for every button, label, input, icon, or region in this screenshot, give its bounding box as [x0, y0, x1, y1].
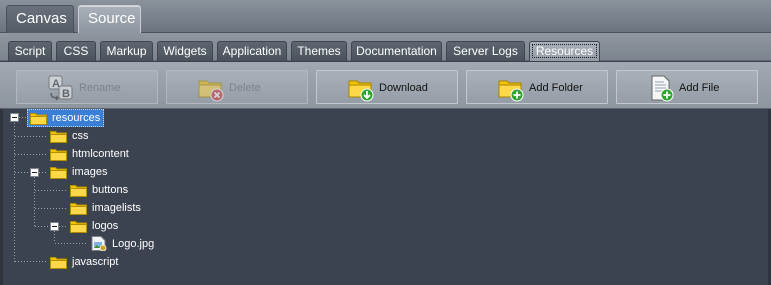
tree-node-label: buttons	[92, 184, 129, 196]
tree-node-label: images	[72, 166, 108, 178]
download-folder-icon	[348, 80, 374, 102]
tab-themes[interactable]: Themes	[291, 41, 347, 61]
image-file-icon	[91, 236, 107, 251]
tab-script[interactable]: Script	[8, 41, 52, 61]
tree-node-label: htmlcontent	[72, 148, 129, 160]
folder-icon	[50, 167, 67, 179]
svg-text:B: B	[62, 88, 70, 100]
rename-icon: A B	[48, 75, 73, 101]
resources-toolbar: A B Rename Delete Download Add Folder Ad…	[0, 62, 771, 109]
tab-markup[interactable]: Markup	[100, 41, 153, 61]
tab-application[interactable]: Application	[217, 41, 287, 61]
add-file-label: Add File	[679, 82, 720, 94]
folder-icon	[70, 203, 87, 215]
tree-node-label: javascript	[72, 256, 119, 268]
rename-label: Rename	[79, 82, 121, 94]
panel-left-border	[0, 109, 3, 285]
add-folder-icon	[498, 80, 524, 102]
tree-node-label: Logo.jpg	[112, 238, 155, 250]
tab-canvas[interactable]: Canvas	[6, 5, 74, 33]
tree-node-label: imagelists	[92, 202, 141, 214]
delete-label: Delete	[229, 82, 261, 94]
delete-folder-icon	[198, 80, 224, 102]
collapse-toggle-images[interactable]	[30, 168, 39, 177]
tree-node-label: logos	[92, 220, 119, 232]
tab-css[interactable]: CSS	[56, 41, 96, 61]
delete-button[interactable]: Delete	[166, 70, 308, 104]
collapse-toggle-logos[interactable]	[50, 222, 59, 231]
tab-server-logs[interactable]: Server Logs	[446, 41, 525, 61]
tab-source[interactable]: Source	[78, 5, 141, 33]
collapse-toggle-resources[interactable]	[10, 113, 19, 122]
add-file-icon	[651, 75, 674, 102]
tree-node-label: resources	[52, 112, 101, 124]
tab-widgets[interactable]: Widgets	[157, 41, 213, 61]
add-file-button[interactable]: Add File	[616, 70, 758, 104]
folder-icon	[50, 257, 67, 269]
rename-button[interactable]: A B Rename	[16, 70, 158, 104]
folder-icon	[50, 149, 67, 161]
folder-icon	[50, 131, 67, 143]
folder-icon	[30, 113, 47, 125]
source-tab-bar: Script CSS Markup Widgets Application Th…	[0, 33, 771, 61]
tree-node-label: css	[72, 130, 89, 142]
download-button[interactable]: Download	[316, 70, 458, 104]
folder-icon	[70, 221, 87, 233]
tab-resources[interactable]: Resources	[529, 41, 600, 61]
resource-tree: resources css htmlcontent images buttons	[0, 109, 771, 285]
tab-documentation[interactable]: Documentation	[351, 41, 442, 61]
download-label: Download	[379, 82, 428, 94]
folder-icon	[70, 185, 87, 197]
add-folder-button[interactable]: Add Folder	[466, 70, 608, 104]
main-tab-bar: Canvas Source	[0, 0, 771, 33]
add-folder-label: Add Folder	[529, 82, 583, 94]
